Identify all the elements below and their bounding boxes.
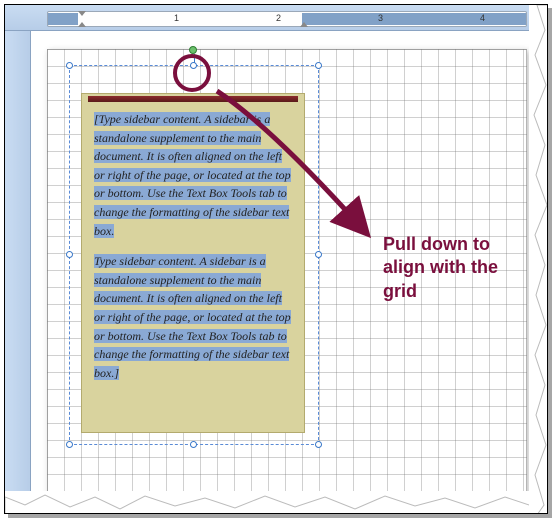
screenshot-frame: 1 2 3 4 [Type sidebar content. A sidebar… xyxy=(4,4,548,514)
annotation-circle xyxy=(173,54,211,92)
ruler-margin-right xyxy=(302,13,526,25)
ruler-number: 3 xyxy=(378,13,383,23)
textbox-accent-bar xyxy=(88,96,298,102)
resize-handle-w[interactable] xyxy=(66,251,73,258)
rotation-handle[interactable] xyxy=(189,46,197,54)
torn-edge-bottom xyxy=(5,491,547,514)
resize-handle-sw[interactable] xyxy=(66,441,73,448)
first-line-indent-marker[interactable] xyxy=(78,11,86,16)
resize-handle-e[interactable] xyxy=(315,251,322,258)
textbox-para1: [Type sidebar content. A sidebar is a st… xyxy=(94,112,291,238)
ruler-number: 1 xyxy=(174,13,179,23)
sidebar-textbox[interactable]: [Type sidebar content. A sidebar is a st… xyxy=(81,93,305,433)
torn-edge-right xyxy=(529,5,548,513)
right-indent-marker[interactable] xyxy=(300,22,308,27)
textbox-para2: Type sidebar content. A sidebar is a sta… xyxy=(94,254,291,380)
resize-handle-s[interactable] xyxy=(190,441,197,448)
resize-handle-se[interactable] xyxy=(315,441,322,448)
horizontal-ruler[interactable]: 1 2 3 4 xyxy=(47,11,527,27)
ruler-margin-left xyxy=(48,13,78,25)
annotation-text: Pull down to align with the grid xyxy=(383,233,513,303)
ruler-number: 4 xyxy=(480,13,485,23)
hanging-indent-marker[interactable] xyxy=(78,22,86,27)
resize-handle-nw[interactable] xyxy=(66,62,73,69)
horizontal-ruler-area: 1 2 3 4 xyxy=(5,5,547,31)
ruler-number: 2 xyxy=(276,13,281,23)
resize-handle-ne[interactable] xyxy=(315,62,322,69)
vertical-ruler-area xyxy=(5,31,31,513)
textbox-content[interactable]: [Type sidebar content. A sidebar is a st… xyxy=(94,110,292,394)
